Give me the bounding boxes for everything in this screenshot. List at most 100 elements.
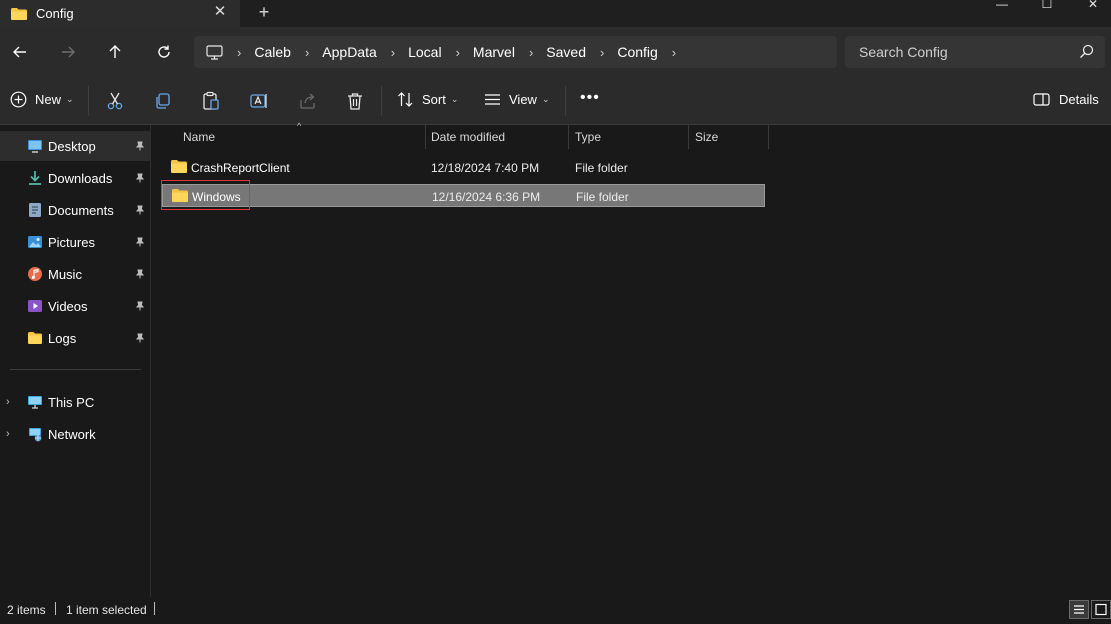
column-header-type[interactable]: Type [575, 125, 601, 149]
maximize-button[interactable]: ☐ [1024, 0, 1070, 12]
sort-button[interactable]: Sort ⌄ [397, 91, 458, 108]
search-icon[interactable] [1079, 44, 1094, 59]
column-divider[interactable] [425, 125, 426, 149]
more-options-button[interactable]: ••• [580, 89, 600, 107]
sidebar-item-label: This PC [48, 394, 95, 410]
sidebar-item-label: Videos [48, 298, 88, 314]
pin-icon[interactable] [135, 173, 145, 183]
sidebar-item-label: Documents [48, 202, 114, 218]
folder-icon [28, 332, 42, 344]
pin-icon[interactable] [135, 333, 145, 343]
sort-label: Sort [422, 92, 446, 107]
close-tab-icon[interactable]: ✕ [212, 4, 228, 20]
cut-icon[interactable] [105, 91, 125, 111]
breadcrumb-item[interactable]: Marvel [473, 44, 515, 60]
folder-icon [171, 160, 187, 173]
chevron-right-icon[interactable]: › [456, 45, 460, 60]
list-view-icon [485, 94, 500, 105]
column-divider[interactable] [568, 125, 569, 149]
pin-icon[interactable] [135, 141, 145, 151]
breadcrumb[interactable]: › Caleb › AppData › Local › Marvel › Saved › Config… [194, 36, 837, 68]
close-window-button[interactable]: ✕ [1070, 0, 1111, 12]
table-row[interactable]: CrashReportClient 12/18/2024 7:40 PM File … [162, 156, 765, 179]
network-icon [29, 428, 42, 442]
divider [10, 369, 141, 370]
forward-button[interactable] [55, 39, 81, 65]
pin-icon[interactable] [135, 237, 145, 247]
new-label: New [35, 92, 62, 107]
refresh-button[interactable] [151, 39, 177, 65]
column-header-date-modified[interactable]: Date modified [431, 125, 505, 149]
date-modified: 12/18/2024 7:40 PM [431, 161, 540, 175]
view-button[interactable]: View ⌄ [484, 91, 550, 108]
sidebar-item-videos[interactable]: Videos [0, 291, 150, 321]
folder-icon [11, 7, 27, 20]
breadcrumb-item[interactable]: Local [408, 44, 441, 60]
column-header-size[interactable]: Size [695, 125, 718, 149]
details-pane-button[interactable]: Details [1033, 91, 1099, 108]
chevron-right-icon[interactable]: › [391, 45, 395, 60]
sidebar-item-label: Music [48, 266, 82, 282]
delete-icon[interactable] [345, 91, 365, 111]
new-button[interactable]: New ⌄ [10, 91, 74, 108]
sidebar-item-downloads[interactable]: Downloads [0, 163, 150, 193]
sidebar-item-this-pc[interactable]: › This PC [0, 387, 150, 417]
chevron-right-icon[interactable]: › [237, 45, 241, 60]
minimize-button[interactable]: — [979, 0, 1025, 12]
share-icon[interactable] [298, 91, 318, 111]
tab-config[interactable]: Config ✕ [0, 0, 240, 27]
column-divider[interactable] [688, 125, 689, 149]
breadcrumb-item[interactable]: Saved [546, 44, 586, 60]
file-name: CrashReportClient [191, 161, 290, 175]
sidebar-item-network[interactable]: › Network [0, 419, 150, 449]
chevron-right-icon[interactable]: › [529, 45, 533, 60]
chevron-right-icon[interactable]: › [600, 45, 604, 60]
view-label: View [509, 92, 537, 107]
chevron-right-icon[interactable]: › [6, 428, 10, 440]
file-list: Name ^ Date modified Type Size CrashRepo… [152, 121, 1111, 597]
sidebar-item-desktop[interactable]: Desktop [0, 131, 150, 161]
tiles-view-toggle[interactable] [1091, 600, 1111, 619]
breadcrumb-item[interactable]: Caleb [254, 44, 291, 60]
folder-icon [172, 189, 188, 202]
sidebar-item-label: Logs [48, 330, 77, 346]
paste-icon[interactable] [201, 91, 221, 111]
chevron-right-icon[interactable]: › [6, 396, 10, 408]
sidebar-item-logs[interactable]: Logs [0, 323, 150, 353]
pin-icon[interactable] [135, 205, 145, 215]
back-button[interactable] [7, 39, 33, 65]
copy-icon[interactable] [153, 91, 173, 111]
title-bar: Config ✕ + — ☐ ✕ [0, 0, 1111, 27]
sidebar-item-label: Pictures [48, 234, 95, 250]
selection-count: 1 item selected [66, 603, 147, 617]
item-count: 2 items [7, 603, 46, 617]
command-bar: New ⌄ Sort ⌄ View ⌄ ••• Details [0, 77, 1111, 125]
sidebar-item-music[interactable]: Music [0, 259, 150, 289]
search-input[interactable]: Search Config [859, 44, 948, 60]
chevron-right-icon[interactable]: › [305, 45, 309, 60]
new-tab-button[interactable]: + [255, 3, 273, 21]
breadcrumb-item[interactable]: Config [617, 44, 657, 60]
pin-icon[interactable] [135, 301, 145, 311]
breadcrumb-item[interactable]: AppData [322, 44, 376, 60]
chevron-down-icon: ⌄ [66, 94, 74, 104]
sidebar-item-label: Network [48, 426, 96, 442]
downloads-icon [29, 171, 41, 185]
pin-icon[interactable] [135, 269, 145, 279]
status-bar: 2 items 1 item selected [0, 597, 1111, 624]
details-view-toggle[interactable] [1069, 600, 1089, 619]
address-row: › Caleb › AppData › Local › Marvel › Saved › Config… [0, 27, 1111, 77]
up-button[interactable] [102, 39, 128, 65]
divider [565, 86, 566, 116]
file-type: File folder [576, 190, 629, 204]
sidebar-item-documents[interactable]: Documents [0, 195, 150, 225]
chevron-right-icon[interactable]: › [672, 45, 676, 60]
table-row[interactable]: Windows 12/16/2024 6:36 PM File folder [162, 184, 765, 207]
music-icon [28, 267, 42, 281]
rename-icon[interactable] [249, 91, 269, 111]
arrow-left-icon [13, 46, 26, 58]
sidebar-item-pictures[interactable]: Pictures [0, 227, 150, 257]
search-box[interactable]: Search Config [845, 36, 1105, 68]
column-divider[interactable] [768, 125, 769, 149]
column-header-name[interactable]: Name [183, 125, 215, 149]
